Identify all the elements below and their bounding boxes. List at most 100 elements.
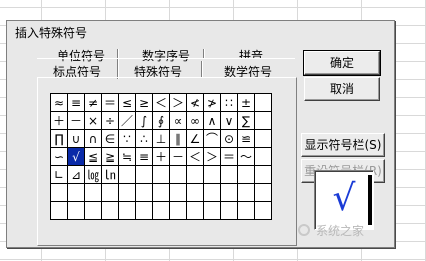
symbol-cell[interactable]: ∵ — [119, 130, 136, 148]
symbol-cell[interactable]: ∈ — [102, 130, 119, 148]
symbol-cell[interactable] — [238, 166, 255, 184]
symbol-cell[interactable]: ≯ — [204, 94, 221, 112]
symbol-cell[interactable] — [136, 166, 153, 184]
symbol-cell[interactable] — [170, 184, 187, 202]
ok-button[interactable]: 确定 — [303, 50, 381, 76]
symbol-cell[interactable]: ≡ — [68, 94, 85, 112]
dialog-titlebar: 插入特殊符号 — [7, 21, 394, 41]
symbol-cell[interactable]: ＝ — [102, 94, 119, 112]
symbol-cell[interactable] — [119, 184, 136, 202]
symbol-cell[interactable] — [153, 202, 170, 220]
symbol-cell[interactable]: ∏ — [51, 130, 68, 148]
symbol-cell[interactable] — [204, 184, 221, 202]
symbol-cell[interactable]: ∨ — [221, 112, 238, 130]
symbol-cell[interactable]: － — [170, 148, 187, 166]
symbol-cell[interactable]: ⊙ — [221, 130, 238, 148]
symbol-cell[interactable]: ≮ — [187, 94, 204, 112]
symbol-cell[interactable]: ÷ — [102, 112, 119, 130]
symbol-cell[interactable]: ≥ — [136, 94, 153, 112]
symbol-cell[interactable] — [119, 202, 136, 220]
symbol-cell[interactable]: ＋ — [153, 148, 170, 166]
symbol-cell[interactable]: ∽ — [51, 148, 68, 166]
symbol-cell[interactable]: ± — [238, 94, 255, 112]
symbol-cell[interactable]: ∠ — [187, 130, 204, 148]
symbol-cell[interactable]: ㏒ — [85, 166, 102, 184]
symbol-cell[interactable] — [204, 202, 221, 220]
symbol-cell[interactable] — [238, 202, 255, 220]
symbol-cell[interactable] — [187, 184, 204, 202]
preview-scrollbar — [368, 175, 372, 225]
symbol-cell[interactable]: ⊥ — [153, 130, 170, 148]
symbol-cell[interactable]: ㏑ — [102, 166, 119, 184]
symbol-cell[interactable]: ⊿ — [68, 166, 85, 184]
symbol-cell[interactable] — [136, 184, 153, 202]
symbol-cell[interactable] — [170, 166, 187, 184]
symbol-cell[interactable]: ∥ — [170, 130, 187, 148]
symbol-cell[interactable]: ∞ — [187, 112, 204, 130]
symbol-cell[interactable] — [102, 202, 119, 220]
symbol-cell[interactable]: ∩ — [85, 130, 102, 148]
symbol-cell[interactable]: ≧ — [102, 148, 119, 166]
symbol-cell[interactable] — [68, 202, 85, 220]
symbol-cell[interactable]: ≒ — [119, 148, 136, 166]
tab-unit-symbols[interactable]: 单位符号 — [37, 49, 125, 63]
symbol-cell[interactable]: ∧ — [204, 112, 221, 130]
symbol-cell[interactable] — [238, 184, 255, 202]
symbol-cell[interactable] — [255, 112, 272, 130]
symbol-cell[interactable]: ≡ — [136, 148, 153, 166]
symbol-cell[interactable] — [85, 184, 102, 202]
symbol-cell[interactable]: ＜ — [187, 148, 204, 166]
symbol-cell[interactable]: ＜ — [153, 94, 170, 112]
symbol-cell[interactable] — [255, 166, 272, 184]
symbol-cell[interactable] — [204, 166, 221, 184]
symbol-cell[interactable]: ＞ — [204, 148, 221, 166]
symbol-cell[interactable]: ＋ — [51, 112, 68, 130]
symbol-cell[interactable] — [255, 94, 272, 112]
symbol-cell[interactable]: ≦ — [85, 148, 102, 166]
symbol-cell[interactable]: ～ — [238, 148, 255, 166]
tab-number-sequence[interactable]: 数字序号 — [122, 49, 210, 63]
symbol-cell[interactable]: ≌ — [238, 130, 255, 148]
symbol-cell[interactable] — [187, 202, 204, 220]
symbol-cell[interactable]: ∝ — [170, 112, 187, 130]
symbol-cell[interactable] — [255, 202, 272, 220]
symbol-cell[interactable] — [221, 202, 238, 220]
watermark-text: 系统之家 — [316, 224, 365, 238]
symbol-cell[interactable] — [85, 202, 102, 220]
symbol-cell[interactable]: ＞ — [170, 94, 187, 112]
symbol-cell[interactable]: ∫ — [136, 112, 153, 130]
symbol-cell[interactable]: ∷ — [221, 94, 238, 112]
symbol-cell-selected[interactable]: √ — [68, 148, 85, 166]
symbol-cell[interactable] — [255, 184, 272, 202]
symbol-cell[interactable] — [153, 184, 170, 202]
symbol-cell[interactable] — [221, 184, 238, 202]
symbol-cell[interactable]: × — [85, 112, 102, 130]
symbol-cell[interactable] — [51, 202, 68, 220]
symbol-cell[interactable]: ≠ — [85, 94, 102, 112]
symbol-cell[interactable]: － — [68, 112, 85, 130]
symbol-cell[interactable] — [51, 184, 68, 202]
cancel-button[interactable]: 取消 — [304, 77, 380, 101]
symbol-cell[interactable]: ∴ — [136, 130, 153, 148]
symbol-grid: ≈ ≡ ≠ ＝ ≤ ≥ ＜＞ ≮ ≯ ∷ ± ＋－ × ÷ ／ ∫ ∮ ∝ ∞ ∧ ∨ ∑ ∏ ∪ ∩ ∈ ∵ ∴ ⊥ ∥ ∠ ⌒ ⊙ ≌ ∽ √ ≦ ≧… — [50, 93, 272, 220]
symbol-cell[interactable] — [255, 148, 272, 166]
symbol-cell[interactable] — [221, 166, 238, 184]
show-symbol-toolbar-button[interactable]: 显示符号栏(S) — [301, 133, 385, 157]
symbol-cell[interactable] — [68, 184, 85, 202]
symbol-cell[interactable] — [102, 184, 119, 202]
symbol-cell[interactable] — [255, 130, 272, 148]
symbol-cell[interactable]: ∮ — [153, 112, 170, 130]
symbol-cell[interactable]: ⌒ — [204, 130, 221, 148]
symbol-cell[interactable] — [187, 166, 204, 184]
symbol-cell[interactable]: ∟ — [51, 166, 68, 184]
symbol-cell[interactable]: ＝ — [221, 148, 238, 166]
symbol-cell[interactable]: ∪ — [68, 130, 85, 148]
symbol-cell[interactable] — [170, 202, 187, 220]
symbol-cell[interactable] — [136, 202, 153, 220]
symbol-cell[interactable]: ∑ — [238, 112, 255, 130]
symbol-cell[interactable]: ／ — [119, 112, 136, 130]
symbol-cell[interactable] — [119, 166, 136, 184]
symbol-cell[interactable]: ≤ — [119, 94, 136, 112]
symbol-cell[interactable]: ≈ — [51, 94, 68, 112]
symbol-cell[interactable] — [153, 166, 170, 184]
